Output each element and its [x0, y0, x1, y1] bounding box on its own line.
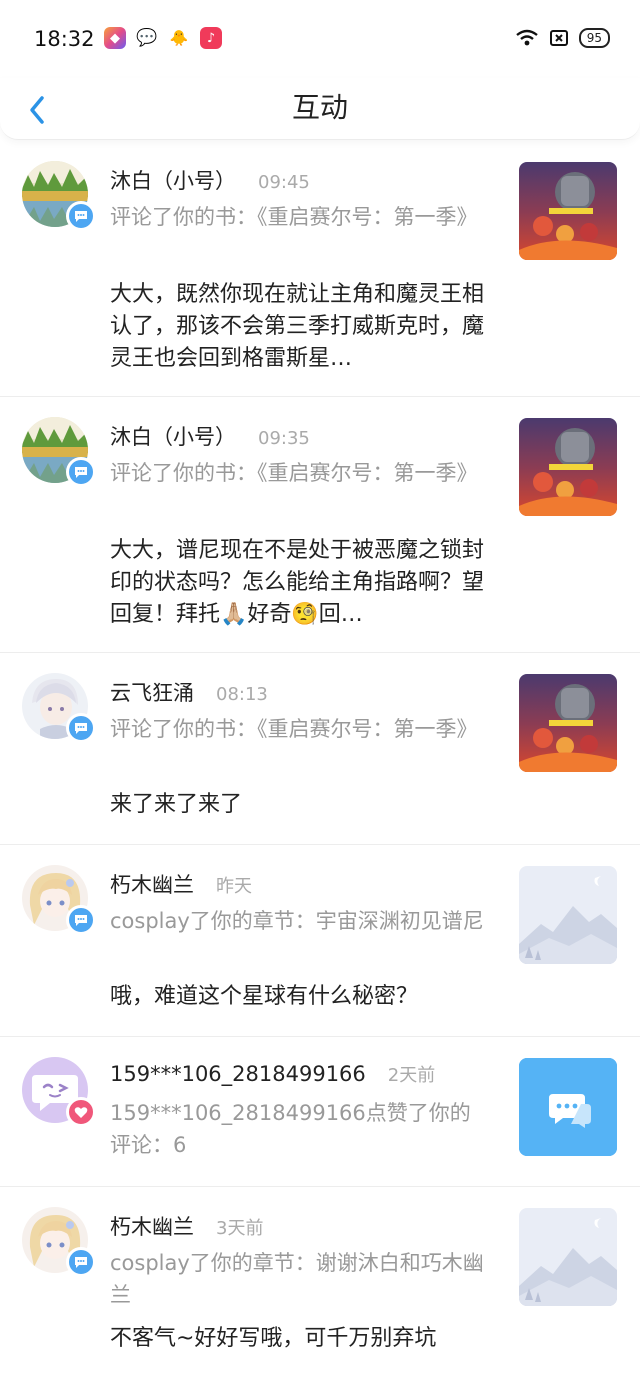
heart-badge-icon	[66, 1097, 96, 1127]
comment-badge-icon	[66, 457, 96, 487]
status-indicators: 95	[515, 28, 610, 48]
comment-badge-icon	[66, 905, 96, 935]
sim-off-icon	[549, 30, 568, 46]
bird-app-icon: 🐥	[168, 27, 190, 49]
wechat-icon: 💬	[136, 27, 158, 49]
avatar[interactable]	[22, 1057, 96, 1131]
battery-indicator: 95	[578, 28, 610, 48]
timestamp: 3天前	[216, 1218, 264, 1239]
avatar[interactable]	[22, 417, 96, 491]
name-line: 云飞狂涌 08:13	[110, 677, 268, 707]
avatar[interactable]	[22, 865, 96, 939]
book-cover-thumbnail[interactable]	[519, 418, 617, 516]
nav-bar: 互动	[0, 78, 640, 140]
comment-content: 不客气~好好写哦，可千万别弃坑	[110, 1326, 437, 1351]
list-item[interactable]: 朽木幽兰 3天前 cosplay了你的章节：谢谢沐白和巧木幽兰 不客气~好好写哦…	[0, 1187, 640, 1397]
avatar[interactable]	[22, 161, 96, 235]
timestamp: 2天前	[387, 1065, 436, 1086]
timestamp: 09:35	[258, 428, 310, 449]
book-cover-thumbnail[interactable]	[519, 162, 617, 260]
placeholder-thumbnail[interactable]	[519, 1208, 617, 1306]
action-text: cosplay了你的章节：宇宙深渊初见谱尼	[110, 909, 484, 933]
list-item[interactable]: 沐白（小号） 09:45 评论了你的书：《重启赛尔号：第一季》 大大，既然你现在…	[0, 141, 640, 397]
list-item[interactable]: 159***106_2818499166 2天前 159***106_28184…	[0, 1037, 640, 1187]
timestamp: 昨天	[216, 876, 252, 897]
notification-icons: ◆ 💬 🐥 ♪	[104, 27, 222, 49]
status-time: 18:32	[34, 27, 95, 51]
comment-content: 大大，既然你现在就让主角和魔灵王相认了，那该不会第三季打威斯克时，魔灵王也会回到…	[110, 282, 485, 371]
avatar[interactable]	[22, 673, 96, 747]
wifi-icon	[515, 29, 538, 46]
user-name[interactable]: 沐白（小号）	[110, 421, 236, 451]
placeholder-thumbnail[interactable]	[519, 866, 617, 964]
name-line: 沐白（小号） 09:45	[110, 165, 310, 195]
app-notification-icon: ◆	[104, 27, 126, 49]
timestamp: 09:45	[258, 172, 310, 193]
comment-content: 来了来了来了	[110, 792, 243, 817]
action-text: cosplay了你的章节：谢谢沐白和巧木幽兰	[110, 1251, 484, 1307]
action-text: 评论了你的书：《重启赛尔号：第一季》	[110, 205, 478, 229]
music-app-icon: ♪	[200, 27, 222, 49]
comment-badge-icon	[66, 713, 96, 743]
user-name[interactable]: 朽木幽兰	[110, 869, 194, 899]
user-name[interactable]: 云飞狂涌	[110, 677, 194, 707]
list-item[interactable]: 沐白（小号） 09:35 评论了你的书：《重启赛尔号：第一季》 大大，谱尼现在不…	[0, 397, 640, 653]
list-item[interactable]: 朽木幽兰 昨天 cosplay了你的章节：宇宙深渊初见谱尼 哦，难道这个星球有什…	[0, 845, 640, 1037]
comment-thumbnail[interactable]	[519, 1058, 617, 1156]
comment-content: 大大，谱尼现在不是处于被恶魔之锁封印的状态吗？怎么能给主角指路啊？望回复！拜托🙏…	[110, 538, 485, 627]
name-line: 朽木幽兰 昨天	[110, 869, 252, 899]
comment-badge-icon	[66, 1247, 96, 1277]
user-name[interactable]: 朽木幽兰	[110, 1211, 194, 1241]
list-item[interactable]: 云飞狂涌 08:13 评论了你的书：《重启赛尔号：第一季》 来了来了来了	[0, 653, 640, 845]
comment-badge-icon	[66, 201, 96, 231]
comment-content: 哦，难道这个星球有什么秘密？	[110, 984, 419, 1009]
comment-icon	[519, 1058, 617, 1156]
name-line: 159***106_2818499166 2天前	[110, 1061, 435, 1087]
action-text: 159***106_2818499166点赞了你的评论：6	[110, 1101, 471, 1157]
timestamp: 08:13	[216, 684, 268, 705]
page-title: 互动	[291, 91, 348, 124]
user-name[interactable]: 沐白（小号）	[110, 165, 236, 195]
name-line: 朽木幽兰 3天前	[110, 1211, 263, 1241]
user-name[interactable]: 159***106_2818499166	[110, 1062, 366, 1086]
status-bar: 18:32 ◆ 💬 🐥 ♪ 95	[0, 0, 640, 78]
name-line: 沐白（小号） 09:35	[110, 421, 310, 451]
avatar[interactable]	[22, 1207, 96, 1281]
action-text: 评论了你的书：《重启赛尔号：第一季》	[110, 461, 478, 485]
action-text: 评论了你的书：《重启赛尔号：第一季》	[110, 717, 478, 741]
book-cover-thumbnail[interactable]	[519, 674, 617, 772]
